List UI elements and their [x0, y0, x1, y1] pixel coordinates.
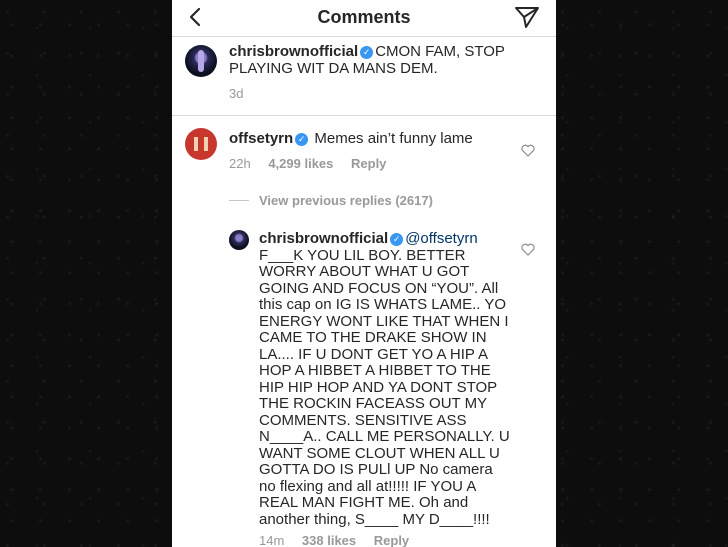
- verified-icon: ✓: [360, 46, 374, 59]
- reply-line: no flexing and all at!!!!! IF YOU A: [259, 477, 477, 495]
- caption-username[interactable]: chrisbrownofficial: [229, 43, 358, 60]
- comment-meta: 22h 4,299 likes Reply: [229, 156, 400, 171]
- reply-text-block: chrisbrownofficial ✓ @offsetyrn F___K YOU …: [259, 230, 519, 529]
- reply-line: N____A.. CALL ME PERSONALLY. U: [259, 428, 510, 445]
- reply-line: HIP HIP HOP AND YA DONT STOP: [259, 378, 498, 396]
- heart-icon[interactable]: [521, 144, 535, 157]
- reply-line: WORRY ABOUT WHAT U GOT: [259, 263, 470, 280]
- reply-line: another thing, S____ MY D____!!!!: [259, 510, 490, 528]
- avatar[interactable]: [229, 230, 249, 250]
- reply-line: F___K YOU LIL BOY. BETTER: [259, 246, 466, 264]
- reply-line: REAL MAN FIGHT ME. Oh and: [259, 494, 469, 511]
- reply-line: this cap on IG IS WHATS LAME.. YO: [259, 296, 507, 313]
- avatar[interactable]: [185, 45, 217, 77]
- reply-likes[interactable]: 338 likes: [302, 533, 356, 547]
- reply-button[interactable]: Reply: [374, 533, 409, 547]
- caption-text-block: chrisbrownofficial ✓ CMON FAM, STOP PLAYIN…: [229, 43, 544, 77]
- verified-icon: ✓: [295, 133, 309, 146]
- reply-line: LA.... IF U DONT GET YO A HIP A: [259, 345, 488, 363]
- reply-line: CAME TO THE DRAKE SHOW IN: [259, 329, 487, 346]
- caption-meta: 3d: [229, 86, 257, 101]
- top-bar: Comments: [172, 0, 556, 37]
- view-previous-replies[interactable]: View previous replies (2617): [259, 193, 433, 208]
- heart-icon[interactable]: [521, 243, 535, 256]
- comment-text: Memes ain’t funny lame: [314, 130, 473, 147]
- avatar[interactable]: [185, 128, 217, 160]
- comment-text-block: offsetyrn ✓ Memes ain’t funny lame: [229, 130, 509, 148]
- reply-mention[interactable]: @offsetyrn: [405, 230, 477, 247]
- comment-username[interactable]: offsetyrn: [229, 130, 293, 147]
- reply-line: COMMENTS. SENSITIVE ASS: [259, 411, 467, 429]
- page-title: Comments: [317, 7, 411, 27]
- reply-line: GOTTA DO IS PULl UP No camera: [259, 461, 493, 478]
- reply-line: THE ROCKIN FACEASS OUT MY: [259, 395, 488, 412]
- reply-time: 14m: [259, 533, 285, 547]
- reply-line: HOP A HIBBET A HIBBET TO THE: [259, 362, 491, 379]
- caption-time: 3d: [229, 86, 244, 101]
- reply-button[interactable]: Reply: [351, 156, 386, 171]
- reply-username[interactable]: chrisbrownofficial: [259, 230, 388, 247]
- reply-line: WANT SOME CLOUT WHEN ALL U: [259, 444, 500, 462]
- send-icon[interactable]: [513, 4, 541, 30]
- divider: [229, 200, 249, 201]
- comment-time: 22h: [229, 156, 251, 171]
- comments-screen: Comments chrisbrownofficial ✓ CMON FAM, ST…: [172, 0, 556, 547]
- reply-line: ENERGY WONT LIKE THAT WHEN I: [259, 312, 509, 330]
- reply-meta: 14m 338 likes Reply: [259, 533, 423, 547]
- post-caption: chrisbrownofficial ✓ CMON FAM, STOP PLAYIN…: [172, 37, 556, 116]
- verified-icon: ✓: [390, 233, 404, 246]
- reply-line: GOING AND FOCUS ON “YOU”. All: [259, 279, 499, 297]
- comment-likes[interactable]: 4,299 likes: [268, 156, 333, 171]
- reply-body: F___K YOU LIL BOY. BETTER WORRY ABOUT WH…: [259, 246, 519, 529]
